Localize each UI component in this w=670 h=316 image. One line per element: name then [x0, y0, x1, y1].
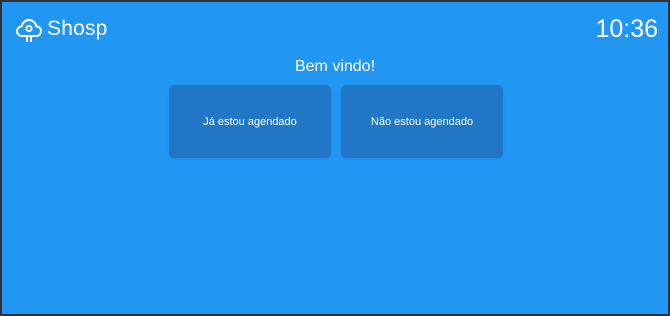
already-scheduled-button[interactable]: Já estou agendado: [169, 85, 331, 158]
scheduling-options: Já estou agendado Não estou agendado: [169, 85, 503, 158]
brand-logo: Shosp: [15, 15, 108, 43]
kiosk-screen: Shosp 10:36 Bem vindo! Já estou agendado…: [2, 2, 668, 314]
welcome-heading: Bem vindo!: [294, 58, 376, 75]
already-scheduled-label: Já estou agendado: [203, 115, 297, 128]
clock-time: 10:36: [595, 15, 658, 43]
not-scheduled-button[interactable]: Não estou agendado: [341, 85, 503, 158]
brand-name: Shosp: [47, 17, 108, 40]
cloud-logo-icon: [15, 15, 43, 43]
not-scheduled-label: Não estou agendado: [370, 115, 474, 128]
